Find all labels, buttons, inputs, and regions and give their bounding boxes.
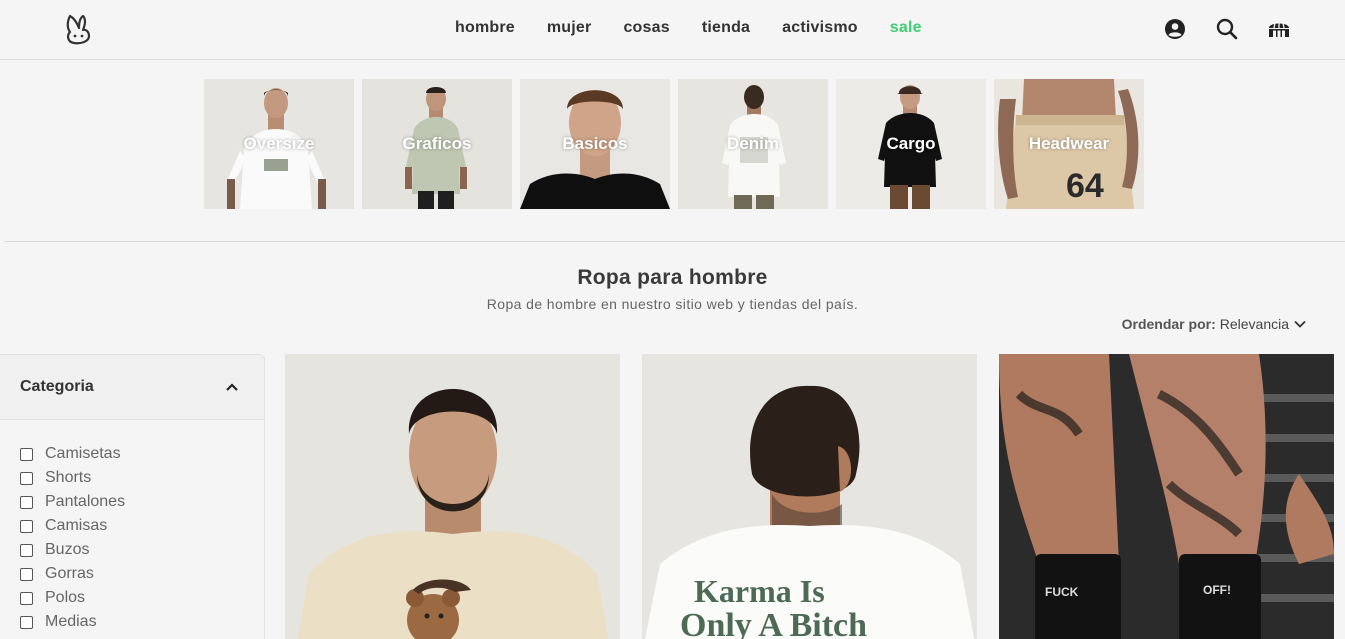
sort-dropdown[interactable]: Ordendar por: Relevancia (1122, 316, 1307, 332)
nav-link-hombre[interactable]: hombre (455, 19, 515, 37)
product-image-bear-tshirt (285, 354, 620, 639)
category-label: Oversize (243, 134, 315, 153)
main-nav: hombre mujer cosas tienda activismo sale (455, 0, 922, 56)
category-label: Headwear (1028, 134, 1110, 153)
top-navigation-bar: hombre mujer cosas tienda activismo sale (0, 0, 1345, 60)
category-tile-graficos[interactable]: Graficos (362, 79, 512, 209)
filter-option-label: Pantalones (45, 493, 126, 510)
checkbox[interactable] (20, 567, 33, 581)
category-tile-cargo[interactable]: Cargo (836, 79, 986, 209)
nav-link-sale[interactable]: sale (890, 19, 922, 37)
checkbox[interactable] (20, 543, 33, 557)
filter-sidebar: Categoria Camisetas Shorts Pantalones Ca… (0, 354, 265, 639)
filter-category-list: Camisetas Shorts Pantalones Camisas Buzo… (0, 420, 264, 634)
filter-option-label: Camisas (45, 517, 108, 534)
filter-option-label: Buzos (45, 541, 90, 558)
filter-option-label: Camisetas (45, 445, 121, 462)
category-label: Basicos (562, 134, 628, 153)
category-tile-basicos[interactable]: Basicos (520, 79, 670, 209)
filter-option-label: Shorts (45, 469, 92, 486)
filter-option[interactable]: Pantalones (20, 490, 264, 514)
store-icon[interactable] (1267, 17, 1291, 41)
checkbox[interactable] (20, 591, 33, 605)
checkbox[interactable] (20, 615, 33, 629)
chevron-up-icon[interactable] (224, 379, 240, 395)
svg-text:64: 64 (1066, 167, 1104, 205)
filter-option[interactable]: Polos (20, 586, 264, 610)
filter-option-label: Medias (45, 613, 97, 630)
category-carousel: Oversize Graficos Basicos Denim Cargo 64… (204, 79, 1144, 209)
nav-link-activismo[interactable]: activismo (782, 19, 858, 37)
page-title: Ropa para hombre (577, 266, 768, 289)
sort-value: Relevancia (1219, 316, 1289, 332)
header-icons (1163, 17, 1291, 41)
nav-link-mujer[interactable]: mujer (547, 19, 592, 37)
category-tile-oversize[interactable]: Oversize (204, 79, 354, 209)
checkbox[interactable] (20, 471, 33, 485)
sock-text-right: OFF! (1203, 583, 1231, 597)
product-card[interactable] (285, 354, 620, 639)
nav-link-tienda[interactable]: tienda (702, 19, 750, 37)
print-text-line-2: Only A Bitch (680, 607, 867, 639)
filter-option-label: Gorras (45, 565, 94, 582)
sort-label: Ordendar por: (1121, 316, 1216, 332)
filter-option[interactable]: Camisetas (20, 442, 264, 466)
product-image-karma-tshirt: Karma Is Only A Bitch (642, 354, 977, 639)
filter-category-header[interactable]: Categoria (0, 355, 264, 420)
filter-option[interactable]: Camisas (20, 514, 264, 538)
category-label: Cargo (886, 134, 936, 153)
nav-link-cosas[interactable]: cosas (623, 19, 669, 37)
sock-text-left: FUCK (1045, 585, 1079, 599)
filter-option[interactable]: Buzos (20, 538, 264, 562)
checkbox[interactable] (20, 447, 33, 461)
page-subtitle: Ropa de hombre en nuestro sitio web y ti… (486, 296, 859, 312)
category-tile-denim[interactable]: Denim (678, 79, 828, 209)
product-card[interactable]: Karma Is Only A Bitch (642, 354, 977, 639)
filter-option[interactable]: Gorras (20, 562, 264, 586)
search-icon[interactable] (1215, 17, 1239, 41)
category-label: Denim (727, 134, 779, 153)
bunny-logo-icon[interactable] (62, 12, 94, 46)
print-text-line-1: Karma Is (694, 573, 825, 609)
product-image-socks: FUCK OFF! (999, 354, 1334, 639)
filter-option[interactable]: Shorts (20, 466, 264, 490)
user-icon[interactable] (1163, 17, 1187, 41)
category-label: Graficos (402, 134, 472, 153)
filter-category-title: Categoria (20, 378, 94, 395)
chevron-down-icon (1293, 317, 1307, 331)
filter-option-label: Polos (45, 589, 86, 606)
checkbox[interactable] (20, 495, 33, 509)
product-card[interactable]: FUCK OFF! (999, 354, 1334, 639)
section-divider (5, 241, 1345, 242)
category-tile-headwear[interactable]: 64 Headwear (994, 79, 1144, 209)
filter-option[interactable]: Medias (20, 610, 264, 634)
checkbox[interactable] (20, 519, 33, 533)
